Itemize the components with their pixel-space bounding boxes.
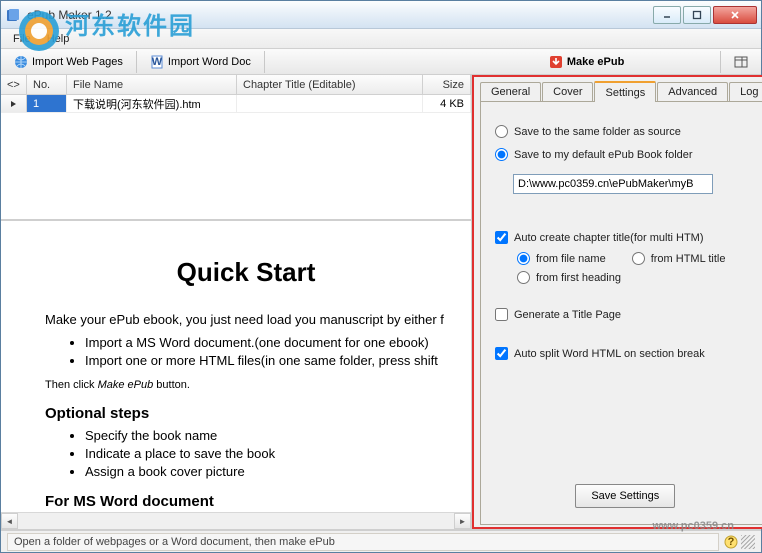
list-item: Import one or more HTML files(in one sam… (85, 353, 447, 368)
statusbar: Open a folder of webpages or a Word docu… (1, 530, 761, 552)
cell-size: 4 KB (423, 95, 471, 112)
import-web-label: Import Web Pages (32, 56, 123, 68)
preview-subheading: For MS Word document (45, 493, 447, 510)
file-grid: <> No. File Name Chapter Title (Editable… (1, 75, 471, 220)
horizontal-scrollbar[interactable]: ◄ ► (1, 512, 471, 529)
pane-icon (734, 55, 748, 69)
tab-cover[interactable]: Cover (542, 82, 593, 101)
maximize-button[interactable] (683, 6, 711, 24)
preview-heading: Quick Start (45, 257, 447, 288)
col-chapter-title[interactable]: Chapter Title (Editable) (237, 75, 423, 94)
scroll-left-button[interactable]: ◄ (1, 513, 18, 529)
radio-label: from file name (536, 253, 606, 265)
check-auto-split-word[interactable]: Auto split Word HTML on section break (495, 347, 756, 360)
preview-pane: Quick Start Make your ePub ebook, you ju… (1, 220, 471, 529)
word-doc-icon: W (150, 55, 164, 69)
make-epub-label: Make ePub (567, 56, 624, 68)
settings-panel: General Cover Settings Advanced Log Save… (472, 75, 762, 529)
import-word-label: Import Word Doc (168, 56, 251, 68)
toolbar: Import Web Pages W Import Word Doc Make … (1, 49, 761, 75)
preview-text: Make your ePub ebook, you just need load… (45, 312, 447, 327)
toolbar-separator (264, 51, 265, 73)
save-settings-button[interactable]: Save Settings (575, 484, 675, 508)
toggle-pane-button[interactable] (725, 51, 757, 73)
scroll-track[interactable] (18, 513, 454, 529)
row-indicator-icon (10, 100, 18, 108)
preview-subheading: Optional steps (45, 405, 447, 422)
radio-label: from first heading (536, 272, 621, 284)
radio-save-default-folder[interactable]: Save to my default ePub Book folder (495, 148, 756, 161)
radio-from-html-title[interactable]: from HTML title (632, 252, 726, 265)
list-item: Specify the book name (85, 428, 447, 443)
tab-body: Save to the same folder as source Save t… (480, 101, 762, 525)
preview-text: Then click Make ePub button. (45, 376, 447, 391)
list-item: Import a MS Word document.(one document … (85, 335, 447, 350)
radio-from-first-heading[interactable]: from first heading (517, 271, 621, 284)
col-size[interactable]: Size (423, 75, 471, 94)
minimize-button[interactable] (653, 6, 681, 24)
col-reorder[interactable]: <> (1, 75, 27, 94)
checkbox-input[interactable] (495, 347, 508, 360)
resize-grip[interactable] (741, 535, 755, 549)
cell-no: 1 (27, 95, 67, 112)
check-auto-chapter-title[interactable]: Auto create chapter title(for multi HTM) (495, 231, 756, 244)
close-button[interactable] (713, 6, 757, 24)
tab-log[interactable]: Log (729, 82, 762, 101)
radio-save-same-folder[interactable]: Save to the same folder as source (495, 125, 756, 138)
globe-icon (14, 55, 28, 69)
tab-settings[interactable]: Settings (594, 81, 656, 102)
svg-text:?: ? (728, 536, 735, 548)
app-window: ePub Maker 1.2 File Help Import Web Page… (0, 0, 762, 553)
radio-label: from HTML title (651, 253, 726, 265)
col-filename[interactable]: File Name (67, 75, 237, 94)
radio-input[interactable] (495, 148, 508, 161)
status-text: Open a folder of webpages or a Word docu… (7, 533, 719, 551)
download-icon (549, 55, 563, 69)
radio-input[interactable] (517, 252, 530, 265)
menu-help[interactable]: Help (39, 31, 78, 47)
radio-input[interactable] (517, 271, 530, 284)
svg-text:W: W (152, 56, 163, 68)
menubar: File Help (1, 29, 761, 49)
radio-label: Save to the same folder as source (514, 126, 681, 138)
import-web-pages-button[interactable]: Import Web Pages (5, 51, 132, 73)
list-item: Assign a book cover picture (85, 464, 447, 479)
menu-file[interactable]: File (5, 31, 39, 47)
grid-header: <> No. File Name Chapter Title (Editable… (1, 75, 471, 95)
make-epub-button[interactable]: Make ePub (540, 51, 633, 73)
radio-input[interactable] (632, 252, 645, 265)
checkbox-input[interactable] (495, 231, 508, 244)
check-label: Auto create chapter title(for multi HTM) (514, 232, 704, 244)
cell-title[interactable] (237, 95, 423, 112)
app-icon (5, 7, 21, 23)
list-item: Indicate a place to save the book (85, 446, 447, 461)
help-icon[interactable]: ? (723, 534, 739, 550)
left-pane: <> No. File Name Chapter Title (Editable… (1, 75, 472, 529)
default-folder-path-input[interactable] (513, 174, 713, 194)
tab-general[interactable]: General (480, 82, 541, 101)
grid-empty-area[interactable] (1, 113, 471, 219)
radio-from-file-name[interactable]: from file name (517, 252, 606, 265)
cell-filename: 下载说明(河东软件园).htm (67, 95, 237, 112)
check-label: Generate a Title Page (514, 309, 621, 321)
scroll-right-button[interactable]: ► (454, 513, 471, 529)
check-generate-title-page[interactable]: Generate a Title Page (495, 308, 756, 321)
checkbox-input[interactable] (495, 308, 508, 321)
check-label: Auto split Word HTML on section break (514, 348, 705, 360)
toolbar-separator (136, 51, 137, 73)
toolbar-separator (720, 51, 721, 73)
radio-input[interactable] (495, 125, 508, 138)
titlebar[interactable]: ePub Maker 1.2 (1, 1, 761, 29)
radio-label: Save to my default ePub Book folder (514, 149, 693, 161)
col-no[interactable]: No. (27, 75, 67, 94)
row-handle[interactable] (1, 95, 27, 112)
tabstrip: General Cover Settings Advanced Log (480, 79, 762, 101)
window-title: ePub Maker 1.2 (27, 8, 653, 22)
table-row[interactable]: 1 下载说明(河东软件园).htm 4 KB (1, 95, 471, 113)
tab-advanced[interactable]: Advanced (657, 82, 728, 101)
import-word-doc-button[interactable]: W Import Word Doc (141, 51, 260, 73)
